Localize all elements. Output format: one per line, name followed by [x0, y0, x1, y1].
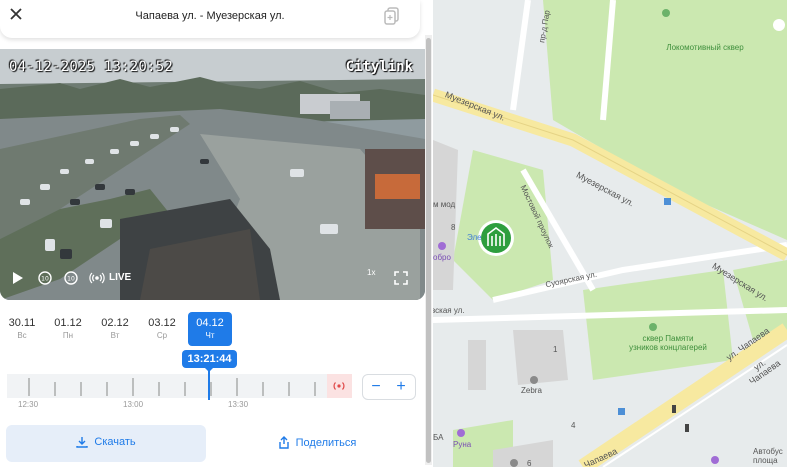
live-broadcast-icon	[89, 272, 105, 284]
panel-header: Чапаева ул. - Муезерская ул.	[0, 0, 420, 38]
download-icon	[76, 437, 89, 448]
timeline-zoom: − +	[362, 374, 416, 400]
live-label[interactable]: LIVE	[109, 272, 131, 283]
zoom-in-button[interactable]: +	[389, 376, 413, 398]
forward-10-icon[interactable]: 10	[63, 270, 79, 286]
map-label-poi: БА	[433, 433, 444, 442]
timeline-cursor[interactable]	[208, 368, 210, 400]
timeline-ticks	[28, 374, 352, 398]
day-selector: 30.11 Вс 01.12 Пн 02.12 Вт 03.12 Ср 04.12 Чт	[0, 309, 430, 349]
map-label-poi: м мод	[433, 200, 456, 209]
map-label-street: вская ул.	[433, 306, 465, 315]
speed-label[interactable]: 1x	[367, 268, 375, 284]
zoom-out-button[interactable]: −	[364, 376, 388, 398]
map-label-poi: обро	[433, 253, 451, 262]
timeline-label: 13:30	[228, 400, 249, 409]
download-button[interactable]: Скачать	[6, 425, 206, 462]
close-icon[interactable]	[8, 6, 24, 22]
day-weekday: Вс	[17, 331, 27, 340]
day-item[interactable]: 02.12 Вт	[93, 312, 137, 346]
timeline-label: 12:30	[18, 400, 39, 409]
map-label-poi: Эле	[467, 233, 482, 242]
day-item[interactable]: 01.12 Пн	[46, 312, 90, 346]
map-view[interactable]: Локомотивный сквер Муезерская ул. Муезер…	[433, 0, 787, 467]
rewind-10-icon[interactable]: 10	[37, 270, 53, 286]
day-date: 02.12	[101, 317, 129, 329]
day-weekday: Чт	[205, 331, 215, 340]
share-label: Поделиться	[295, 437, 357, 449]
timeline-label: 13:00	[123, 400, 144, 409]
fullscreen-icon[interactable]	[393, 270, 409, 286]
camera-video[interactable]: 04-12-2025 13:20:52 Citylink 10 10 LIVE …	[0, 49, 425, 300]
day-date: 03.12	[148, 317, 176, 329]
svg-text:10: 10	[67, 276, 75, 283]
camera-scene	[0, 49, 425, 300]
day-date: 04.12	[196, 317, 224, 329]
timeline-track[interactable]	[7, 374, 352, 398]
map-label-park: сквер Памяти узников концлагерей	[629, 334, 707, 352]
bookmark-icon[interactable]	[384, 7, 400, 25]
share-button[interactable]: Поделиться	[217, 425, 417, 462]
download-label: Скачать	[94, 436, 136, 448]
map-canvas	[433, 0, 787, 467]
map-house-number: 4	[571, 421, 576, 430]
day-item-active[interactable]: 04.12 Чт	[188, 312, 232, 346]
camera-title: Чапаева ул. - Муезерская ул.	[135, 10, 285, 22]
day-weekday: Вт	[110, 331, 120, 340]
scrollbar-thumb[interactable]	[426, 38, 431, 463]
map-label-park: Локомотивный сквер	[666, 43, 744, 52]
camera-panel: Чапаева ул. - Муезерская ул. 04-12-2025 …	[0, 0, 433, 467]
day-item[interactable]: 30.11 Вс	[0, 312, 44, 346]
map-label-poi: Руна	[453, 440, 472, 449]
day-date: 01.12	[54, 317, 82, 329]
svg-text:10: 10	[41, 276, 49, 283]
current-time-badge: 13:21:44	[182, 350, 237, 372]
map-house-number: 8	[451, 223, 456, 232]
day-weekday: Пн	[62, 331, 74, 340]
video-brand: Citylink	[345, 59, 413, 75]
day-weekday: Ср	[156, 331, 168, 340]
day-item[interactable]: 03.12 Ср	[140, 312, 184, 346]
video-timestamp: 04-12-2025 13:20:52	[9, 59, 173, 75]
map-label-poi: Zebra	[521, 386, 542, 395]
map-label-poi: Автобус площа	[753, 447, 783, 465]
play-icon[interactable]	[11, 270, 25, 286]
day-date: 30.11	[8, 317, 36, 329]
map-house-number: 1	[553, 345, 558, 354]
share-icon	[278, 436, 289, 449]
map-house-number: 6	[527, 459, 532, 467]
